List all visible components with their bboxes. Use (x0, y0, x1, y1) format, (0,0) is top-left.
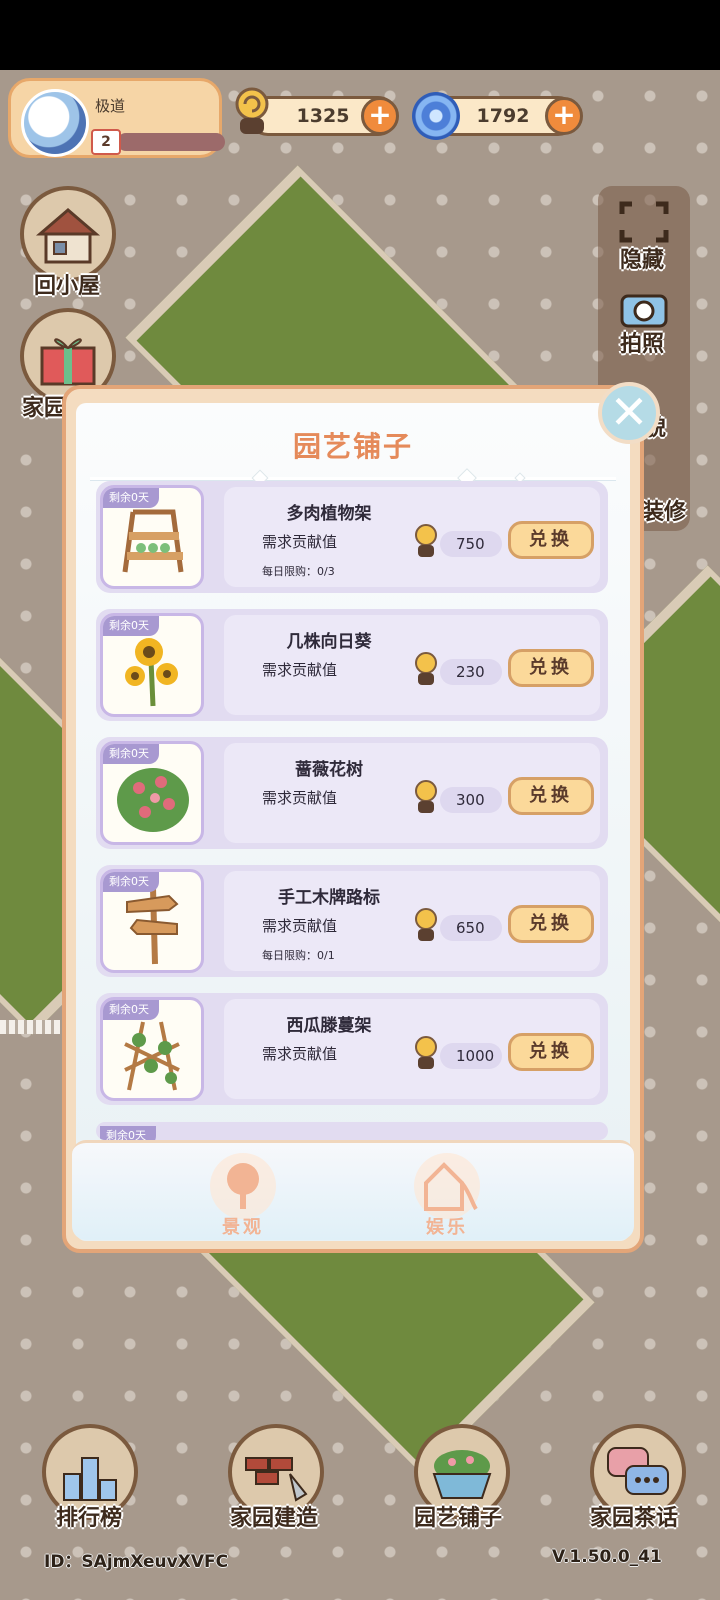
player-id: ID：SAjmXeuvXVFC (44, 1552, 229, 1572)
snail-coin-icon (415, 1036, 437, 1069)
ranking-label: 排行榜 (56, 1506, 123, 1531)
days-remaining-tag: 剩余0天 (103, 1000, 159, 1020)
spiral-gem-icon (412, 92, 460, 140)
shop-item: 剩余0天 蔷薇花树 需求贡献值 300 兑换 (96, 737, 608, 849)
snail-coin-icon (415, 908, 437, 941)
level-badge: 2 (91, 129, 121, 155)
requirement-label: 需求贡献值 (262, 533, 338, 551)
exchange-button[interactable]: 兑换 (508, 521, 594, 559)
days-remaining-tag: 剩余0天 (103, 488, 159, 508)
camera-icon (620, 294, 668, 328)
slide-house-icon (424, 1162, 478, 1211)
exchange-button[interactable]: 兑换 (508, 649, 594, 687)
shop-item: 剩余0天 几株向日葵 需求贡献值 230 兑换 (96, 609, 608, 721)
tree-icon (227, 1163, 259, 1209)
snail-coin-icon (415, 524, 437, 557)
gem-currency-value: 1792 (476, 105, 530, 127)
item-thumbnail[interactable]: 剩余0天 (100, 869, 204, 973)
snail-coin-icon (415, 652, 437, 685)
shop-item: 剩余0天 手工木牌路标 需求贡献值 每日限购：0/1 650 兑换 (96, 865, 608, 977)
title-divider (90, 477, 616, 480)
item-thumbnail[interactable]: 剩余0天 (100, 741, 204, 845)
shop-item: 剩余0天 西瓜滕蔓架 需求贡献值 1000 兑换 (96, 993, 608, 1105)
level-progress-bar (117, 133, 225, 151)
modal-title: 园艺铺子 (292, 430, 413, 463)
garden-shop-label: 园艺铺子 (414, 1506, 503, 1531)
item-info: 西瓜滕蔓架 需求贡献值 1000 兑换 (224, 999, 600, 1099)
days-remaining-tag: 剩余0天 (103, 744, 159, 764)
tab-entertainment[interactable] (414, 1153, 480, 1219)
days-remaining-tag: 剩余0天 (103, 872, 159, 892)
exchange-button[interactable]: 兑换 (508, 905, 594, 943)
tab-landscape-label[interactable]: 景观 (222, 1213, 264, 1239)
home-button-label: 回小屋 (34, 274, 101, 299)
snail-currency-value: 1325 (296, 105, 350, 127)
decor-label[interactable]: 装修 (642, 494, 686, 526)
version-text: V.1.50.0_41 (552, 1547, 662, 1567)
photo-label[interactable]: 拍照 (620, 326, 664, 358)
item-info: 多肉植物架 需求贡献值 每日限购：0/3 750 兑换 (224, 487, 600, 587)
avatar[interactable] (21, 89, 89, 157)
build-label: 家园建造 (230, 1506, 319, 1531)
tab-entertainment-label[interactable]: 娱乐 (426, 1213, 468, 1239)
item-cost: 1000 (440, 1043, 502, 1069)
add-gem-button[interactable]: + (545, 97, 583, 135)
add-snail-button[interactable]: + (361, 97, 399, 135)
snail-coin-icon (415, 780, 437, 813)
exchange-button[interactable]: 兑换 (508, 777, 594, 815)
chat-label: 家园茶话 (590, 1506, 679, 1531)
days-remaining-tag: 剩余0天 (100, 1126, 156, 1140)
item-info: 手工木牌路标 需求贡献值 每日限购：0/1 650 兑换 (224, 871, 600, 971)
snail-coin-icon (228, 86, 276, 134)
hide-frame-icon (619, 201, 669, 243)
status-bar (0, 0, 720, 70)
item-info: 蔷薇花树 需求贡献值 300 兑换 (224, 743, 600, 843)
item-name: 几株向日葵 (286, 632, 372, 652)
gift-button-label: 家园 (22, 396, 67, 421)
item-name: 手工木牌路标 (278, 888, 380, 908)
item-name: 蔷薇花树 (295, 760, 363, 780)
daily-limit: 每日限购：0/1 (262, 949, 335, 962)
requirement-label: 需求贡献值 (262, 661, 338, 679)
exchange-button[interactable]: 兑换 (508, 1033, 594, 1071)
requirement-label: 需求贡献值 (262, 1045, 338, 1063)
player-name: 极道 (95, 97, 126, 115)
daily-limit: 每日限购：0/3 (262, 565, 335, 578)
item-info: 几株向日葵 需求贡献值 230 兑换 (224, 615, 600, 715)
item-name: 多肉植物架 (286, 504, 372, 524)
days-remaining-tag: 剩余0天 (103, 616, 159, 636)
close-button[interactable]: ✕ (598, 382, 660, 444)
item-thumbnail[interactable]: 剩余0天 (100, 997, 204, 1101)
item-cost: 300 (440, 787, 502, 813)
item-cost: 750 (440, 531, 502, 557)
shop-item: 剩余0天 多肉植物架 需求贡献值 每日限购：0/3 750 兑换 (96, 481, 608, 593)
fence (0, 1020, 60, 1034)
hide-label[interactable]: 隐藏 (620, 242, 664, 274)
item-thumbnail[interactable]: 剩余0天 (100, 485, 204, 589)
modal-tab-bar: 景观 娱乐 (72, 1140, 634, 1240)
item-name: 西瓜滕蔓架 (286, 1016, 372, 1036)
requirement-label: 需求贡献值 (262, 917, 338, 935)
item-cost: 230 (440, 659, 502, 685)
house-icon (35, 208, 101, 264)
shop-item-partial: 剩余0天 (96, 1122, 608, 1140)
player-profile[interactable]: 极道 2 (8, 78, 225, 158)
item-thumbnail[interactable]: 剩余0天 (100, 613, 204, 717)
tab-landscape[interactable] (210, 1153, 276, 1219)
item-cost: 650 (440, 915, 502, 941)
requirement-label: 需求贡献值 (262, 789, 338, 807)
